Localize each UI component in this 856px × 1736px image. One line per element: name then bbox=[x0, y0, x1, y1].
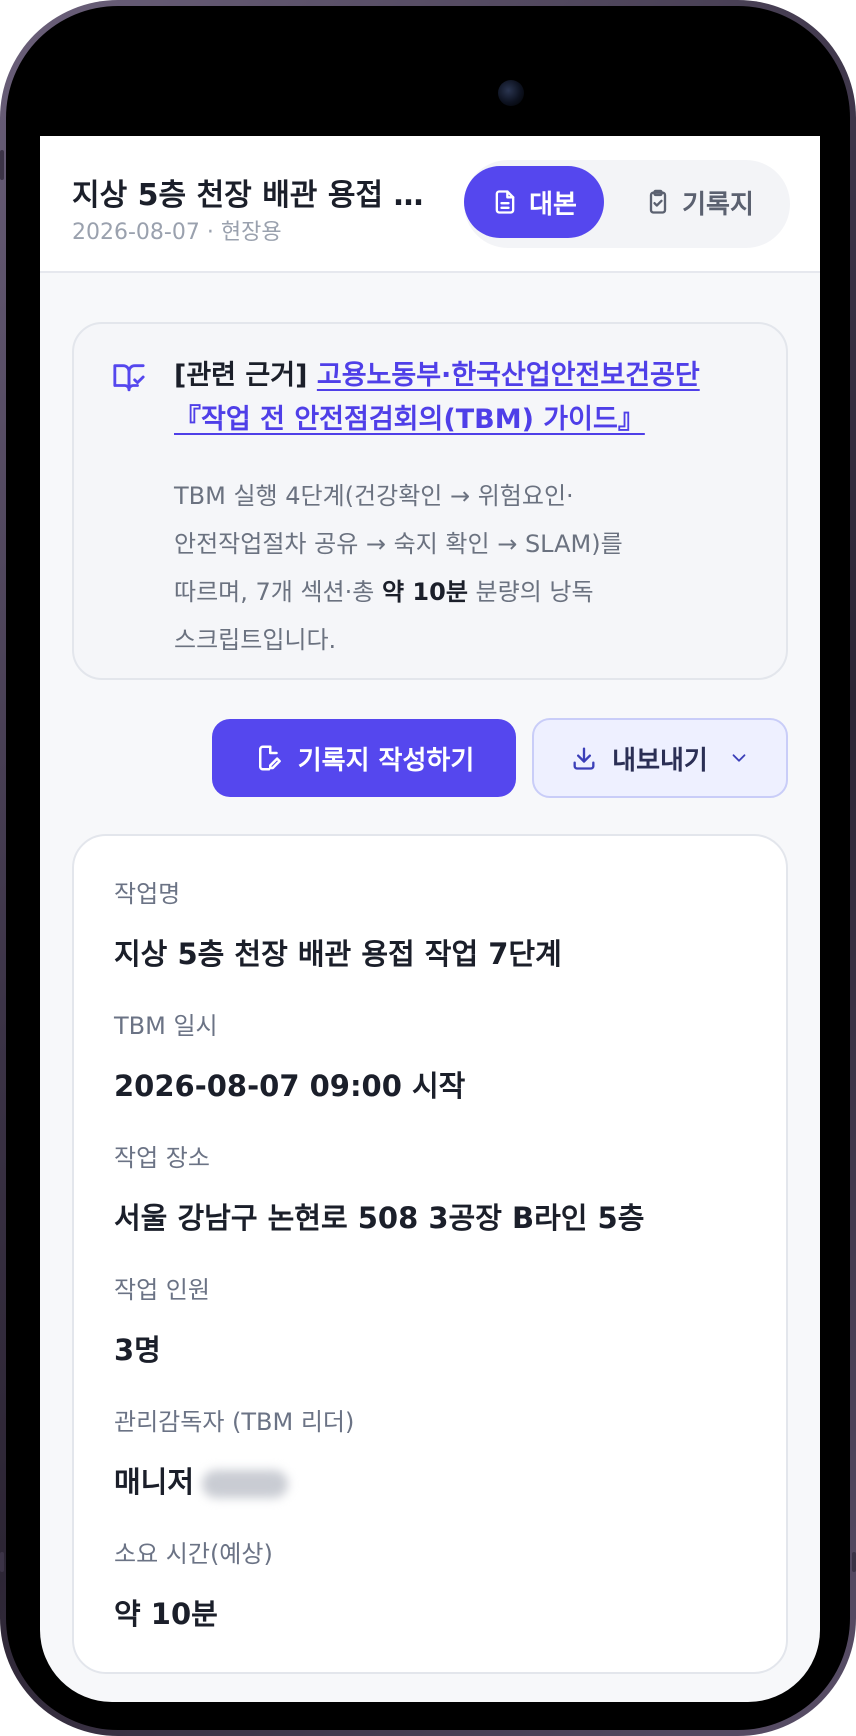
download-icon bbox=[573, 747, 595, 770]
work-details-card: 작업명 지상 5층 천장 배관 용접 작업 7단계 TBM 일시 2026-08… bbox=[72, 834, 788, 1674]
tab-script[interactable]: 대본 bbox=[464, 166, 604, 238]
reference-body-line: 안전작업절차 공유 → 숙지 확인 → SLAM)를 bbox=[174, 530, 623, 558]
tab-record[interactable]: 기록지 bbox=[614, 166, 784, 238]
detail-value-row: 매니저 bbox=[114, 1459, 754, 1501]
side-button bbox=[0, 150, 4, 180]
top-header: 지상 5층 천장 배관 용접 작... 2026-08-07 · 현장용 대본 … bbox=[40, 136, 820, 273]
page-title: 지상 5층 천장 배관 용접 작... bbox=[72, 178, 432, 213]
side-button bbox=[852, 150, 856, 180]
write-record-label: 기록지 작성하기 bbox=[297, 745, 475, 776]
detail-value: 3명 bbox=[114, 1333, 161, 1367]
detail-item: 작업명 지상 5층 천장 배관 용접 작업 7단계 bbox=[114, 874, 754, 973]
detail-label: 관리감독자 (TBM 리더) bbox=[114, 1408, 355, 1436]
document-icon bbox=[495, 190, 515, 214]
app-screen: 지상 5층 천장 배관 용접 작... 2026-08-07 · 현장용 대본 … bbox=[40, 136, 820, 1702]
detail-item: TBM 일시 2026-08-07 09:00 시작 bbox=[114, 1006, 754, 1105]
detail-value: 매니저 bbox=[114, 1465, 195, 1499]
reference-body-line: 따르며, 7개 섹션·총 약 10분 분량의 낭독 bbox=[174, 568, 684, 616]
detail-item: 소요 시간(예상) 약 10분 bbox=[114, 1534, 754, 1633]
front-camera bbox=[498, 80, 524, 106]
detail-item: 작업 장소 서울 강남구 논현로 508 3공장 B라인 5층 bbox=[114, 1138, 754, 1237]
side-button bbox=[852, 1552, 856, 1572]
write-record-button[interactable]: 기록지 작성하기 bbox=[212, 719, 516, 797]
view-toggle: 대본 기록지 bbox=[464, 160, 790, 248]
detail-value: 약 10분 bbox=[114, 1597, 218, 1631]
redacted-name bbox=[202, 1470, 289, 1498]
reference-heading-line2: 『작업 전 안전점검회의(TBM) 가이드』 bbox=[174, 402, 764, 438]
body-text: 따르며, 7개 섹션·총 bbox=[174, 578, 382, 606]
detail-value: 2026-08-07 09:00 시작 bbox=[114, 1069, 466, 1103]
export-dropdown-button[interactable]: 내보내기 bbox=[532, 718, 788, 798]
detail-label: TBM 일시 bbox=[114, 1012, 218, 1040]
detail-label: 소요 시간(예상) bbox=[114, 1540, 273, 1568]
side-button bbox=[0, 1552, 4, 1572]
reference-card: [관련 근거] 고용노동부·한국산업안전보건공단 『작업 전 안전점검회의(TB… bbox=[72, 322, 788, 680]
chevron-down-icon bbox=[732, 754, 746, 762]
book-check-icon bbox=[113, 364, 145, 392]
tab-script-label: 대본 bbox=[529, 189, 577, 220]
tab-record-label: 기록지 bbox=[682, 189, 754, 220]
reference-link-title[interactable]: 『작업 전 안전점검회의(TBM) 가이드』 bbox=[174, 404, 645, 435]
detail-label: 작업 장소 bbox=[114, 1144, 210, 1172]
page-subtitle: 2026-08-07 · 현장용 bbox=[72, 220, 282, 245]
detail-value: 서울 강남구 논현로 508 3공장 B라인 5층 bbox=[114, 1201, 645, 1235]
clipboard-check-icon bbox=[649, 189, 667, 214]
reference-body-line: TBM 실행 4단계(건강확인 → 위험요인· bbox=[174, 482, 574, 510]
detail-value: 지상 5층 천장 배관 용접 작업 7단계 bbox=[114, 937, 562, 971]
reference-heading: [관련 근거] 고용노동부·한국산업안전보건공단 bbox=[174, 358, 764, 394]
export-label: 내보내기 bbox=[612, 745, 708, 776]
reference-prefix: [관련 근거] bbox=[174, 360, 308, 391]
edit-document-icon bbox=[258, 745, 281, 771]
detail-item: 관리감독자 (TBM 리더) 매니저 bbox=[114, 1402, 754, 1501]
reference-description: TBM 실행 4단계(건강확인 → 위험요인· 안전작업절차 공유 → 숙지 확… bbox=[174, 472, 684, 664]
duration-highlight: 약 10분 bbox=[381, 578, 468, 606]
body-text: 분량의 낭독 bbox=[467, 578, 594, 606]
detail-item: 작업 인원 3명 bbox=[114, 1270, 754, 1369]
detail-label: 작업 인원 bbox=[114, 1276, 210, 1304]
reference-link[interactable]: 고용노동부·한국산업안전보건공단 bbox=[317, 360, 700, 391]
detail-label: 작업명 bbox=[114, 880, 181, 908]
reference-body-line: 스크립트입니다. bbox=[174, 626, 337, 654]
